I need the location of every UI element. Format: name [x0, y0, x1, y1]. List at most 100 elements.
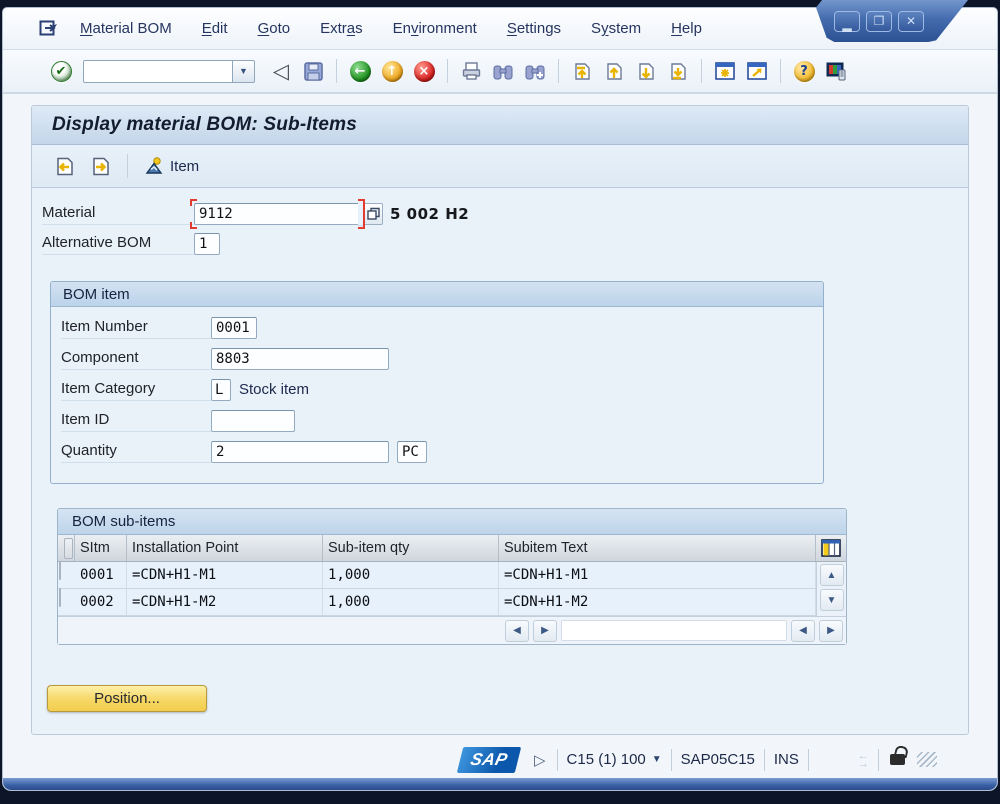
- item-button[interactable]: Item: [139, 155, 205, 177]
- item-number-label: Item Number: [61, 316, 211, 339]
- find-next-button[interactable]: [519, 56, 551, 86]
- binoculars-plus-icon: [525, 63, 545, 80]
- cell-subitem-text[interactable]: =CDN+H1-M2: [499, 589, 816, 615]
- scroll-right-button[interactable]: ▶: [533, 620, 557, 642]
- input-mode-indicator[interactable]: INS: [774, 751, 799, 768]
- save-button[interactable]: [297, 56, 329, 86]
- select-all-cell[interactable]: [58, 535, 75, 561]
- new-session-icon: [715, 62, 735, 80]
- alternative-bom-row: Alternative BOM: [42, 232, 968, 255]
- component-field[interactable]: [211, 348, 389, 370]
- back-arrow-icon: ←: [350, 61, 371, 82]
- vertical-scrollbar[interactable]: ▲ ▼: [816, 562, 846, 616]
- first-page-button[interactable]: [566, 56, 598, 86]
- select-all-button[interactable]: [64, 538, 73, 559]
- next-item-button[interactable]: [84, 151, 116, 181]
- item-id-label: Item ID: [61, 409, 211, 432]
- back-button[interactable]: ←: [344, 56, 376, 86]
- item-id-row: Item ID: [61, 409, 823, 432]
- material-field[interactable]: [194, 203, 361, 225]
- quantity-row: Quantity: [61, 440, 823, 463]
- new-session-button[interactable]: [709, 56, 741, 86]
- column-header-subitem-qty[interactable]: Sub-item qty: [323, 535, 499, 561]
- scroll-left-button-2[interactable]: ◀: [791, 620, 815, 642]
- item-id-field[interactable]: [211, 410, 295, 432]
- item-overview-icon: [145, 157, 165, 175]
- enter-button[interactable]: ✔: [45, 56, 77, 86]
- multiple-values-icon[interactable]: [363, 203, 383, 225]
- cell-subitem-text[interactable]: =CDN+H1-M1: [499, 562, 816, 588]
- quantity-field[interactable]: [211, 441, 389, 463]
- row-selector-button[interactable]: [59, 561, 61, 580]
- horizontal-scrollbar[interactable]: ◀ ▶ ◀ ▶: [58, 616, 846, 644]
- cell-installation-point[interactable]: =CDN+H1-M2: [127, 589, 323, 615]
- cancel-button[interactable]: ×: [408, 56, 440, 86]
- command-field[interactable]: [83, 60, 233, 83]
- component-row: Component: [61, 347, 823, 370]
- status-separator: [764, 749, 765, 771]
- next-page-button[interactable]: [630, 56, 662, 86]
- last-page-button[interactable]: [662, 56, 694, 86]
- screen-content: Material 5 002 H2: [32, 188, 968, 734]
- customize-layout-icon: [826, 62, 846, 81]
- table-settings-button[interactable]: [816, 535, 846, 561]
- previous-page-button[interactable]: [598, 56, 630, 86]
- table-row: 0001 =CDN+H1-M1 1,000 =CDN+H1-M1: [58, 562, 816, 589]
- customize-layout-button[interactable]: [820, 56, 852, 86]
- cell-sitm[interactable]: 0001: [75, 562, 127, 588]
- item-number-field[interactable]: [211, 317, 257, 339]
- exit-button[interactable]: ↑: [376, 56, 408, 86]
- quantity-label: Quantity: [61, 440, 211, 463]
- system-session-selector[interactable]: C15 (1) 100 ▼: [567, 751, 662, 768]
- menu-settings[interactable]: Settings: [492, 16, 576, 41]
- status-bar: SAP ▷ C15 (1) 100 ▼ SAP05C15 INS ←→: [3, 741, 997, 778]
- cell-sitm[interactable]: 0002: [75, 589, 127, 615]
- unit-field[interactable]: [397, 441, 427, 463]
- menu-system[interactable]: System: [576, 16, 656, 41]
- status-expand-icon[interactable]: ▷: [534, 751, 546, 769]
- print-button[interactable]: [455, 56, 487, 86]
- column-header-installation-point[interactable]: Installation Point: [127, 535, 323, 561]
- column-header-sitm[interactable]: SItm: [75, 535, 127, 561]
- resize-grip[interactable]: [917, 752, 937, 767]
- help-button[interactable]: ?: [788, 56, 820, 86]
- scroll-down-button[interactable]: ▼: [820, 589, 844, 611]
- row-selector-button[interactable]: [59, 588, 61, 607]
- maximize-button[interactable]: ❐: [866, 11, 892, 32]
- menu-material-bom[interactable]: Material BOM: [65, 16, 187, 41]
- back-triangle-button[interactable]: ◁: [265, 56, 297, 86]
- alternative-bom-field[interactable]: [194, 233, 220, 255]
- scroll-left-button[interactable]: ◀: [505, 620, 529, 642]
- find-button[interactable]: [487, 56, 519, 86]
- previous-item-button[interactable]: [48, 151, 80, 181]
- sap-logo: SAP: [457, 747, 521, 773]
- menu-edit[interactable]: Edit: [187, 16, 243, 41]
- minimize-button[interactable]: ▂: [834, 11, 860, 32]
- item-category-field[interactable]: [211, 379, 231, 401]
- screen-frame: Display material BOM: Sub-Items: [3, 94, 997, 741]
- system-menu-icon[interactable]: [31, 20, 65, 37]
- command-dropdown-button[interactable]: ▼: [233, 60, 255, 83]
- chevron-down-icon: ▼: [652, 754, 662, 765]
- menu-help[interactable]: Help: [656, 16, 717, 41]
- scroll-left-icon: ◀: [513, 625, 521, 636]
- menu-goto[interactable]: Goto: [243, 16, 306, 41]
- focus-frame: [190, 199, 365, 229]
- scroll-right-button-2[interactable]: ▶: [819, 620, 843, 642]
- close-button[interactable]: ✕: [898, 11, 924, 32]
- create-shortcut-button[interactable]: [741, 56, 773, 86]
- cell-subitem-qty[interactable]: 1,000: [323, 562, 499, 588]
- menu-extras[interactable]: Extras: [305, 16, 378, 41]
- scroll-up-button[interactable]: ▲: [820, 564, 844, 586]
- cell-subitem-qty[interactable]: 1,000: [323, 589, 499, 615]
- item-category-description: Stock item: [239, 381, 309, 398]
- cell-installation-point[interactable]: =CDN+H1-M1: [127, 562, 323, 588]
- position-button[interactable]: Position...: [47, 685, 207, 712]
- column-header-subitem-text[interactable]: Subitem Text: [499, 535, 816, 561]
- hscroll-track[interactable]: [561, 620, 787, 641]
- row-selector[interactable]: [58, 562, 75, 588]
- row-selector[interactable]: [58, 589, 75, 615]
- menu-environment[interactable]: Environment: [378, 16, 492, 41]
- unlocked-padlock-icon: [890, 754, 905, 765]
- toolbar-separator: [780, 59, 781, 83]
